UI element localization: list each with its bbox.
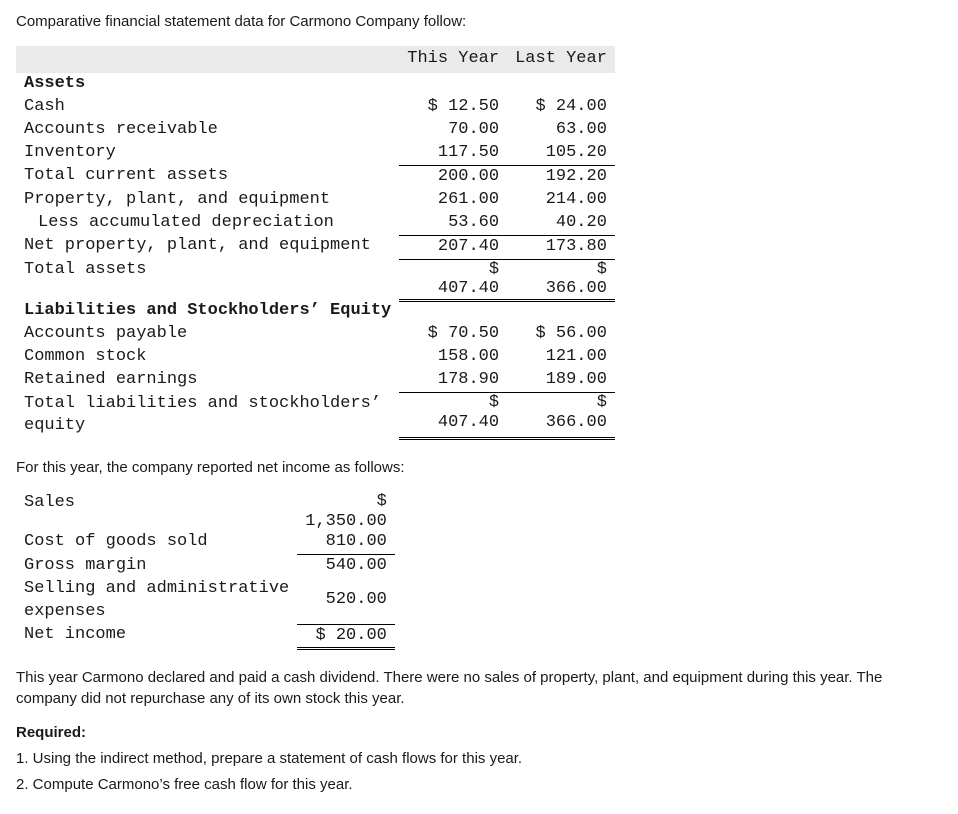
row-acc-dep: Less accumulated depreciation 53.60 40.2…: [16, 212, 615, 235]
tlse-label: Total liabilities and stockholders’equit…: [16, 393, 399, 439]
row-net-ppe: Net property, plant, and equipment 207.4…: [16, 235, 615, 259]
row-accounts-receivable: Accounts receivable 70.00 63.00: [16, 119, 615, 142]
ta-last-year: $366.00: [507, 259, 615, 300]
cash-this-year: $ 12.50: [399, 96, 507, 119]
re-this-year: 178.90: [399, 369, 507, 392]
netppe-label: Net property, plant, and equipment: [16, 235, 399, 259]
ar-label: Accounts receivable: [16, 119, 399, 142]
row-cogs: Cost of goods sold 810.00: [16, 531, 395, 554]
row-sales: Sales $1,350.00: [16, 492, 395, 531]
cs-label: Common stock: [16, 346, 399, 369]
cogs-value: 810.00: [297, 531, 395, 554]
income-intro-text: For this year, the company reported net …: [16, 458, 942, 478]
row-gross-margin: Gross margin 540.00: [16, 555, 395, 578]
ap-this-year: $ 70.50: [399, 323, 507, 346]
ppe-last-year: 214.00: [507, 189, 615, 212]
sae-label: Selling and administrativeexpenses: [16, 578, 297, 624]
tlse-this-year: $407.40: [399, 393, 507, 439]
row-common-stock: Common stock 158.00 121.00: [16, 346, 615, 369]
sales-value: $1,350.00: [297, 492, 395, 531]
row-net-income: Net income $ 20.00: [16, 624, 395, 649]
row-total-lse: Total liabilities and stockholders’equit…: [16, 393, 615, 439]
col-this-year: This Year: [399, 46, 507, 73]
ppe-this-year: 261.00: [399, 189, 507, 212]
inv-label: Inventory: [16, 142, 399, 165]
cs-last-year: 121.00: [507, 346, 615, 369]
netppe-this-year: 207.40: [399, 235, 507, 259]
intro-text: Comparative financial statement data for…: [16, 12, 942, 32]
required-2: 2. Compute Carmono’s free cash flow for …: [16, 775, 942, 795]
ta-this-year: $407.40: [399, 259, 507, 300]
ar-this-year: 70.00: [399, 119, 507, 142]
assets-heading: Assets: [16, 73, 399, 96]
ppe-label: Property, plant, and equipment: [16, 189, 399, 212]
col-last-year: Last Year: [507, 46, 615, 73]
lse-heading-row: Liabilities and Stockholders’ Equity: [16, 300, 615, 323]
row-cash: Cash $ 12.50 $ 24.00: [16, 96, 615, 119]
income-statement-table: Sales $1,350.00 Cost of goods sold 810.0…: [16, 492, 395, 650]
tca-label: Total current assets: [16, 165, 399, 188]
cogs-label: Cost of goods sold: [16, 531, 297, 554]
balance-sheet-table: This Year Last Year Assets Cash $ 12.50 …: [16, 46, 615, 440]
gm-value: 540.00: [297, 555, 395, 578]
tca-last-year: 192.20: [507, 165, 615, 188]
cash-label: Cash: [16, 96, 399, 119]
cs-this-year: 158.00: [399, 346, 507, 369]
re-last-year: 189.00: [507, 369, 615, 392]
row-total-assets: Total assets $407.40 $366.00: [16, 259, 615, 300]
tca-this-year: 200.00: [399, 165, 507, 188]
ni-value: $ 20.00: [297, 624, 395, 649]
row-accounts-payable: Accounts payable $ 70.50 $ 56.00: [16, 323, 615, 346]
row-ppe: Property, plant, and equipment 261.00 21…: [16, 189, 615, 212]
accdep-this-year: 53.60: [399, 212, 507, 235]
note-text: This year Carmono declared and paid a ca…: [16, 668, 942, 709]
inv-this-year: 117.50: [399, 142, 507, 165]
tlse-last-year: $366.00: [507, 393, 615, 439]
netppe-last-year: 173.80: [507, 235, 615, 259]
sales-label: Sales: [16, 492, 297, 531]
required-1: 1. Using the indirect method, prepare a …: [16, 749, 942, 769]
ni-label: Net income: [16, 624, 297, 649]
row-sae: Selling and administrativeexpenses 520.0…: [16, 578, 395, 624]
lse-heading: Liabilities and Stockholders’ Equity: [16, 300, 399, 323]
ta-label: Total assets: [16, 259, 399, 300]
inv-last-year: 105.20: [507, 142, 615, 165]
ap-last-year: $ 56.00: [507, 323, 615, 346]
sae-value: 520.00: [297, 578, 395, 624]
row-total-current-assets: Total current assets 200.00 192.20: [16, 165, 615, 188]
gm-label: Gross margin: [16, 555, 297, 578]
accdep-last-year: 40.20: [507, 212, 615, 235]
assets-heading-row: Assets: [16, 73, 615, 96]
row-retained-earnings: Retained earnings 178.90 189.00: [16, 369, 615, 392]
row-inventory: Inventory 117.50 105.20: [16, 142, 615, 165]
balance-sheet-header-row: This Year Last Year: [16, 46, 615, 73]
ar-last-year: 63.00: [507, 119, 615, 142]
re-label: Retained earnings: [16, 369, 399, 392]
required-heading: Required:: [16, 723, 942, 743]
ap-label: Accounts payable: [16, 323, 399, 346]
accdep-label: Less accumulated depreciation: [16, 212, 399, 235]
cash-last-year: $ 24.00: [507, 96, 615, 119]
